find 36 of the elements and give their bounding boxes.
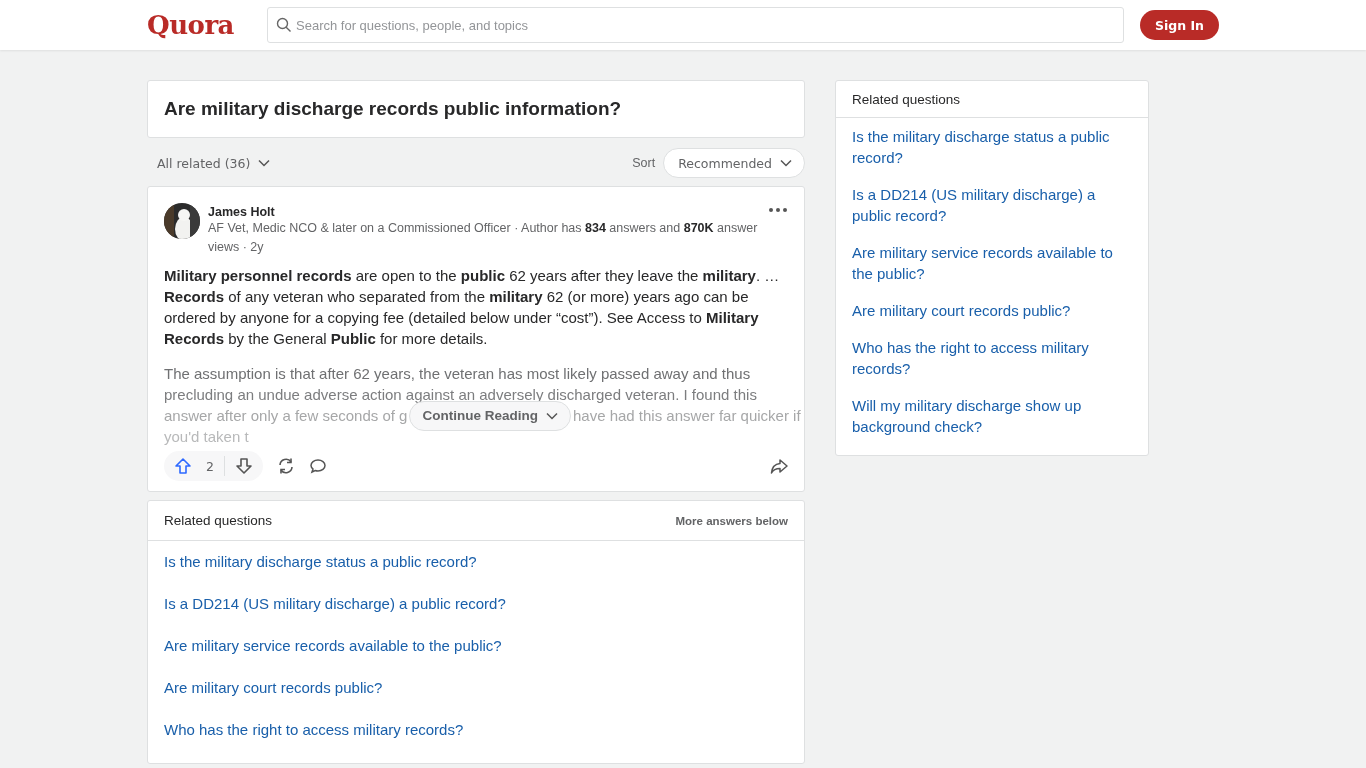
sign-in-button[interactable]: Sign In xyxy=(1139,10,1219,40)
question-title: Are military discharge records public information? xyxy=(164,98,623,120)
more-answers-note: More answers below xyxy=(675,514,788,527)
related-question-link[interactable]: Are military service records available to the public? xyxy=(852,242,1132,284)
answer-preview-text: answer after only a few seconds of g xyxy=(164,406,408,426)
related-question-link[interactable]: Is a DD214 (US military discharge) a public record? xyxy=(852,184,1132,226)
forward-icon[interactable] xyxy=(770,457,788,475)
author-credential: AF Vet, Medic NCO & later on a Commissioned Officer · Author has 834 answers and 870K answer views · 2y xyxy=(208,220,759,256)
all-related-dropdown[interactable]: All related (36) xyxy=(147,155,281,171)
chevron-down-icon xyxy=(545,411,558,420)
search-field[interactable]: Search for questions, people, and topics xyxy=(267,7,1124,43)
arrow-down-icon xyxy=(234,457,253,475)
answer-preview-text: The assumption is that after 62 years, the veteran has most likely passed away and thus xyxy=(164,364,751,384)
chevron-down-icon xyxy=(780,159,792,167)
related-question-link[interactable]: Who has the right to access military records? xyxy=(164,719,788,740)
section-title: Related questions xyxy=(164,513,273,528)
more-options-icon[interactable] xyxy=(768,207,788,213)
author-name[interactable]: James Holt xyxy=(208,205,760,219)
chevron-down-icon xyxy=(258,159,271,167)
related-question-link[interactable]: Will my military discharge show up background check? xyxy=(852,395,1132,437)
logo[interactable]: Quora xyxy=(147,10,267,40)
related-question-link[interactable]: Is a DD214 (US military discharge) a public record? xyxy=(164,593,788,614)
answer-preview-text: have had this answer far quicker if xyxy=(572,406,801,426)
sort-dropdown[interactable]: Recommended xyxy=(663,148,805,178)
related-question-link[interactable]: Are military court records public? xyxy=(852,300,1132,321)
sidebar-title: Related questions xyxy=(836,81,1148,118)
answer-preview-text: you'd taken t xyxy=(164,427,249,447)
sort-label: Sort xyxy=(632,156,656,170)
related-question-link[interactable]: Is the military discharge status a public record? xyxy=(852,126,1132,168)
related-question-link[interactable]: Who has the right to access military records? xyxy=(852,337,1132,379)
related-question-link[interactable]: Are military service records available to the public? xyxy=(164,635,788,656)
arrow-up-icon xyxy=(174,457,192,475)
related-question-link[interactable]: Are military court records public? xyxy=(164,677,788,698)
related-question-link[interactable]: Is the military discharge status a public record? xyxy=(164,551,788,572)
comment-icon[interactable] xyxy=(308,457,327,475)
answer-text: Military personnel records are open to the public 62 years after they leave the military. … Records of any veteran who separated from the military 62 (or more) years ago can be ordered by anyone for a copying fee (detailed below under “cost”). See Access to Military Records by the General Public for more details. xyxy=(164,266,781,349)
